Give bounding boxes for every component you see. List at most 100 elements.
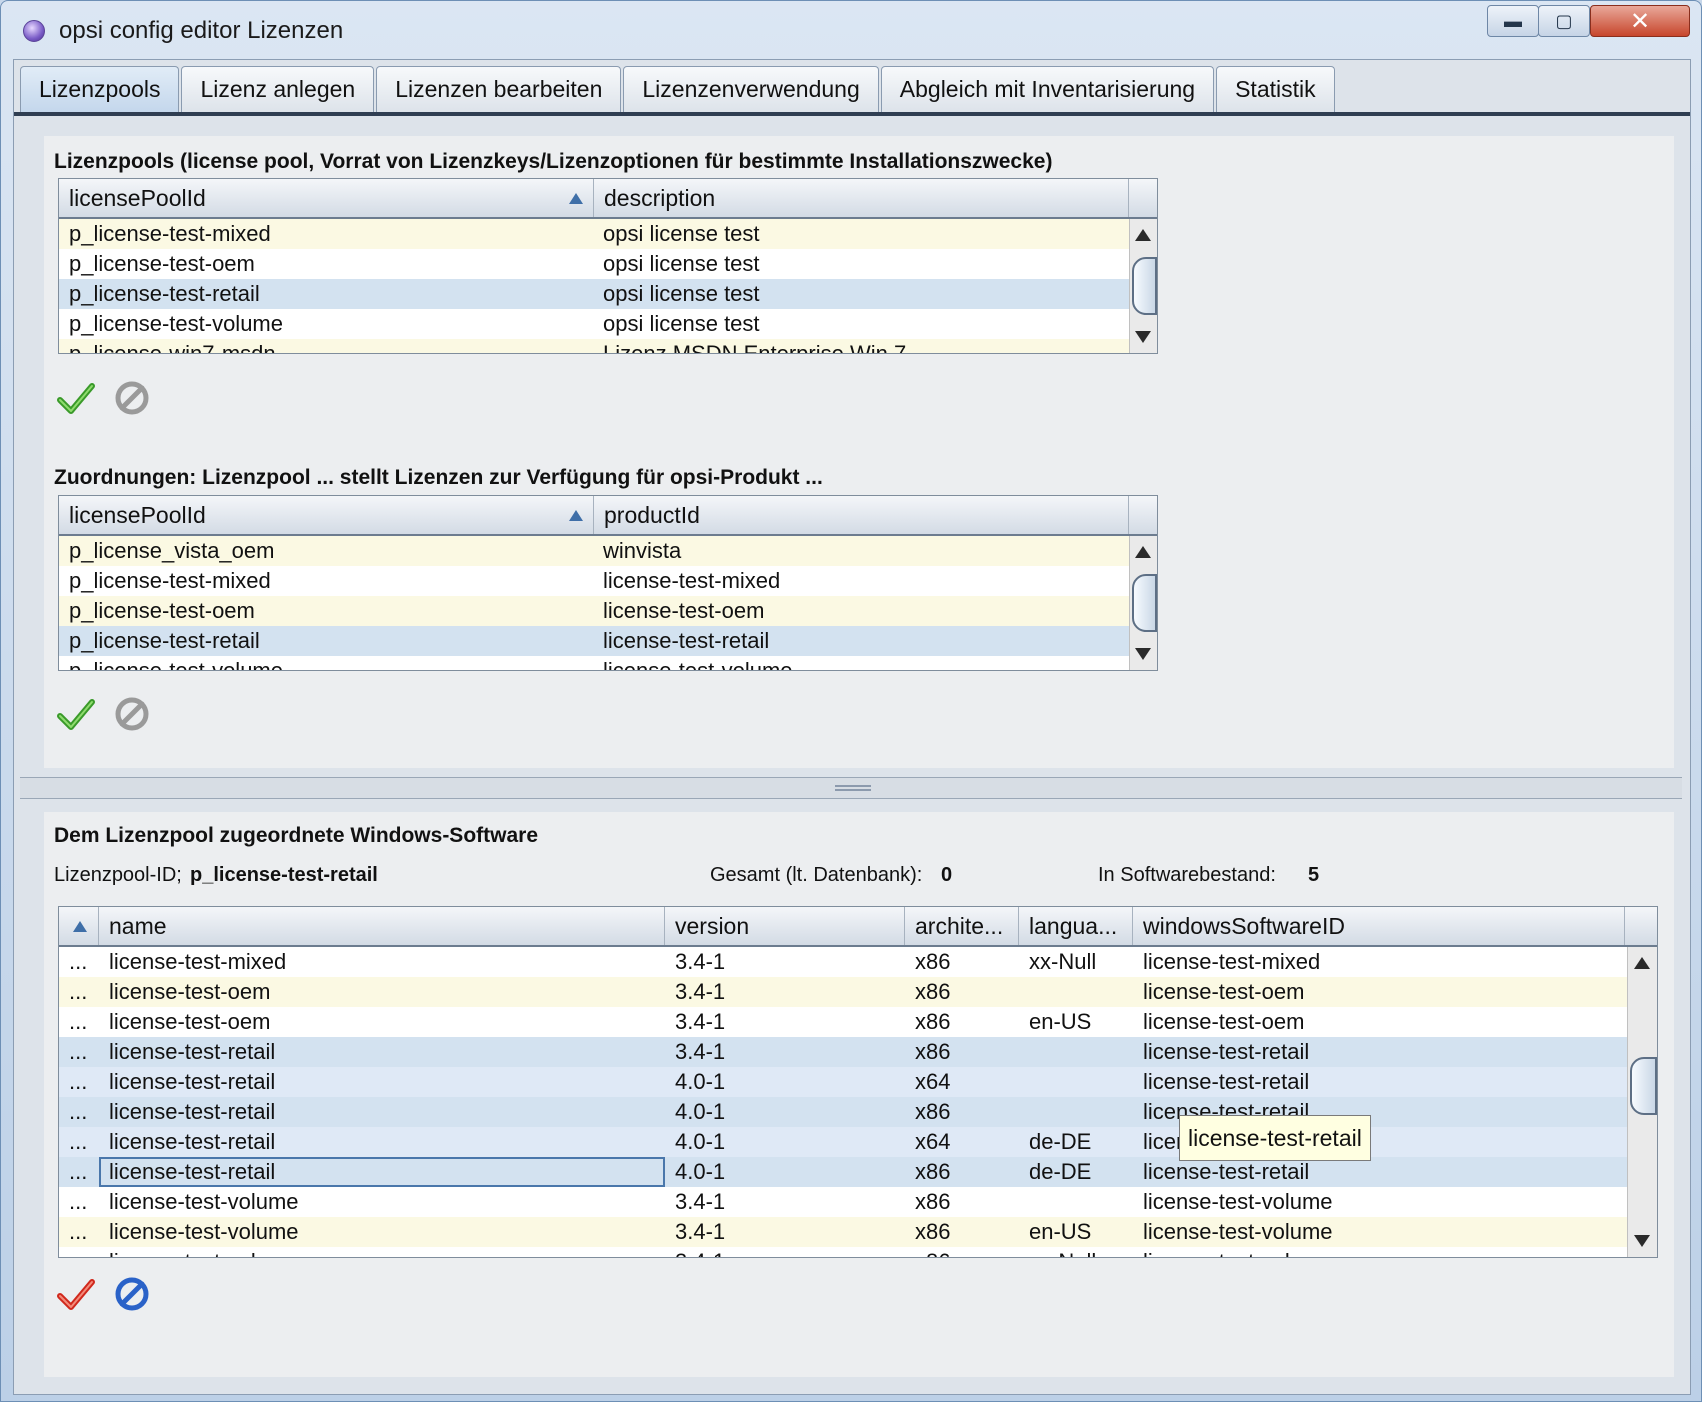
- table-row-selected[interactable]: p_license-test-retail license-test-retai…: [59, 626, 1129, 656]
- cell-version[interactable]: 3.4-1: [665, 1247, 905, 1257]
- scroll-down-icon[interactable]: [1135, 648, 1151, 660]
- table-row[interactable]: ... license-test-volume 3.4-1 x86 licens…: [59, 1187, 1629, 1217]
- pools-table-scrollbar[interactable]: [1129, 219, 1157, 353]
- cell-productid[interactable]: winvista: [593, 536, 1129, 566]
- cell-marker[interactable]: ...: [59, 1037, 99, 1067]
- table-row[interactable]: p_license-test-oem license-test-oem: [59, 596, 1129, 626]
- software-table-scrollbar[interactable]: [1627, 947, 1657, 1257]
- cell-description[interactable]: Lizenz MSDN Enterprise Win 7: [593, 339, 1129, 353]
- cell-windowssoftwareid[interactable]: license-test-oem: [1133, 977, 1627, 1007]
- scroll-up-icon[interactable]: [1135, 546, 1151, 558]
- cell-version[interactable]: 4.0-1: [665, 1157, 905, 1187]
- column-header-windowssoftwareid[interactable]: windowsSoftwareID: [1133, 907, 1625, 945]
- cell-licensepoolid[interactable]: p_license_vista_oem: [59, 536, 593, 566]
- scroll-up-icon[interactable]: [1634, 957, 1650, 969]
- cell-windowssoftwareid[interactable]: license-test-retail: [1133, 1157, 1627, 1187]
- cell-architecture[interactable]: x86: [905, 977, 1019, 1007]
- cell-windowssoftwareid[interactable]: license-test-retail: [1133, 1037, 1627, 1067]
- cell-name[interactable]: license-test-volume: [99, 1187, 665, 1217]
- assign-table-scrollbar[interactable]: [1129, 536, 1157, 670]
- cell-windowssoftwareid[interactable]: license-test-volume: [1133, 1187, 1627, 1217]
- tab-lizenzpools[interactable]: Lizenzpools: [20, 66, 180, 112]
- cell-version[interactable]: 3.4-1: [665, 977, 905, 1007]
- maximize-button[interactable]: ▢: [1538, 5, 1590, 37]
- cell-name[interactable]: license-test-retail: [99, 1127, 665, 1157]
- accept-checkmark-icon[interactable]: [56, 694, 96, 734]
- close-button[interactable]: ✕: [1590, 5, 1690, 37]
- cell-architecture[interactable]: x86: [905, 1097, 1019, 1127]
- cell-architecture[interactable]: x64: [905, 1067, 1019, 1097]
- cell-marker[interactable]: ...: [59, 1247, 99, 1257]
- cell-architecture[interactable]: x86: [905, 1157, 1019, 1187]
- cell-marker[interactable]: ...: [59, 1187, 99, 1217]
- cell-description[interactable]: opsi license test: [593, 249, 1129, 279]
- table-row-selected[interactable]: ... license-test-retail 4.0-1 x86 licens…: [59, 1097, 1629, 1127]
- cell-licensepoolid[interactable]: p_license-test-oem: [59, 249, 593, 279]
- tab-statistik[interactable]: Statistik: [1216, 66, 1335, 112]
- cell-language[interactable]: [1019, 1097, 1133, 1127]
- table-row[interactable]: p_license-test-volume opsi license test: [59, 309, 1129, 339]
- table-row-selected[interactable]: ... license-test-retail 4.0-1 x64 de-DE …: [59, 1127, 1629, 1157]
- accept-checkmark-icon[interactable]: [56, 1274, 96, 1314]
- cell-name[interactable]: license-test-retail: [99, 1067, 665, 1097]
- column-header-description[interactable]: description: [594, 179, 1129, 217]
- cell-architecture[interactable]: x86: [905, 1007, 1019, 1037]
- table-row-selected[interactable]: ... license-test-retail 4.0-1 x86 de-DE …: [59, 1157, 1629, 1187]
- table-row[interactable]: ... license-test-mixed 3.4-1 x86 xx-Null…: [59, 947, 1629, 977]
- cell-marker[interactable]: ...: [59, 1127, 99, 1157]
- cell-productid[interactable]: license-test-oem: [593, 596, 1129, 626]
- accept-checkmark-icon[interactable]: [56, 378, 96, 418]
- cell-marker[interactable]: ...: [59, 977, 99, 1007]
- cell-version[interactable]: 3.4-1: [665, 1037, 905, 1067]
- cell-language[interactable]: xx-Null: [1019, 947, 1133, 977]
- cell-language[interactable]: en-US: [1019, 1217, 1133, 1247]
- cell-name[interactable]: license-test-volume: [99, 1217, 665, 1247]
- cell-language[interactable]: de-DE: [1019, 1127, 1133, 1157]
- table-row[interactable]: ... license-test-volume 3.4-1 x86 en-US …: [59, 1217, 1629, 1247]
- cell-marker[interactable]: ...: [59, 947, 99, 977]
- scroll-thumb[interactable]: [1132, 257, 1157, 315]
- column-header-version[interactable]: version: [665, 907, 905, 945]
- table-row-selected[interactable]: ... license-test-retail 4.0-1 x64 licens…: [59, 1067, 1629, 1097]
- cell-licensepoolid[interactable]: p_license-test-mixed: [59, 219, 593, 249]
- cell-productid[interactable]: license-test-mixed: [593, 566, 1129, 596]
- split-pane-divider[interactable]: [20, 777, 1682, 799]
- cell-name[interactable]: license-test-retail: [99, 1037, 665, 1067]
- cell-architecture[interactable]: x64: [905, 1127, 1019, 1157]
- cell-name[interactable]: license-test-mixed: [99, 947, 665, 977]
- cell-licensepoolid[interactable]: p_license-test-retail: [59, 626, 593, 656]
- cell-licensepoolid[interactable]: p_license-test-oem: [59, 596, 593, 626]
- cell-description[interactable]: opsi license test: [593, 219, 1129, 249]
- cell-architecture[interactable]: x86: [905, 1187, 1019, 1217]
- cell-version[interactable]: 3.4-1: [665, 1187, 905, 1217]
- column-header-marker[interactable]: [59, 907, 99, 945]
- scroll-thumb[interactable]: [1630, 1057, 1657, 1115]
- tab-abgleich-inventarisierung[interactable]: Abgleich mit Inventarisierung: [880, 66, 1215, 112]
- cell-licensepoolid[interactable]: p_license-test-volume: [59, 656, 593, 670]
- table-row[interactable]: ... license-test-volume 3.4-1 x86 xx-Nul…: [59, 1247, 1629, 1257]
- table-row-selected[interactable]: p_license-test-retail opsi license test: [59, 279, 1129, 309]
- table-row[interactable]: p_license_vista_oem winvista: [59, 536, 1129, 566]
- cell-marker[interactable]: ...: [59, 1157, 99, 1187]
- cell-productid[interactable]: license-test-retail: [593, 626, 1129, 656]
- column-header-language[interactable]: langua...: [1019, 907, 1133, 945]
- cell-language[interactable]: [1019, 1067, 1133, 1097]
- cell-architecture[interactable]: x86: [905, 1247, 1019, 1257]
- table-row-selected[interactable]: ... license-test-retail 3.4-1 x86 licens…: [59, 1037, 1629, 1067]
- table-row[interactable]: p_license-test-oem opsi license test: [59, 249, 1129, 279]
- column-header-licensepoolid[interactable]: licensePoolId: [59, 496, 594, 534]
- table-row[interactable]: ... license-test-oem 3.4-1 x86 license-t…: [59, 977, 1629, 1007]
- tab-lizenzenverwendung[interactable]: Lizenzenverwendung: [623, 66, 879, 112]
- tab-lizenzen-bearbeiten[interactable]: Lizenzen bearbeiten: [376, 66, 622, 112]
- cell-description[interactable]: opsi license test: [593, 309, 1129, 339]
- cancel-icon[interactable]: [112, 378, 152, 418]
- cell-name-focused[interactable]: license-test-retail: [99, 1157, 665, 1187]
- cell-version[interactable]: 3.4-1: [665, 1007, 905, 1037]
- cell-version[interactable]: 4.0-1: [665, 1127, 905, 1157]
- scroll-down-icon[interactable]: [1135, 331, 1151, 343]
- tab-lizenz-anlegen[interactable]: Lizenz anlegen: [181, 66, 375, 112]
- cancel-icon[interactable]: [112, 694, 152, 734]
- table-row[interactable]: p_license-test-mixed opsi license test: [59, 219, 1129, 249]
- cell-marker[interactable]: ...: [59, 1097, 99, 1127]
- table-row[interactable]: p_license-test-volume license-test-volum…: [59, 656, 1129, 670]
